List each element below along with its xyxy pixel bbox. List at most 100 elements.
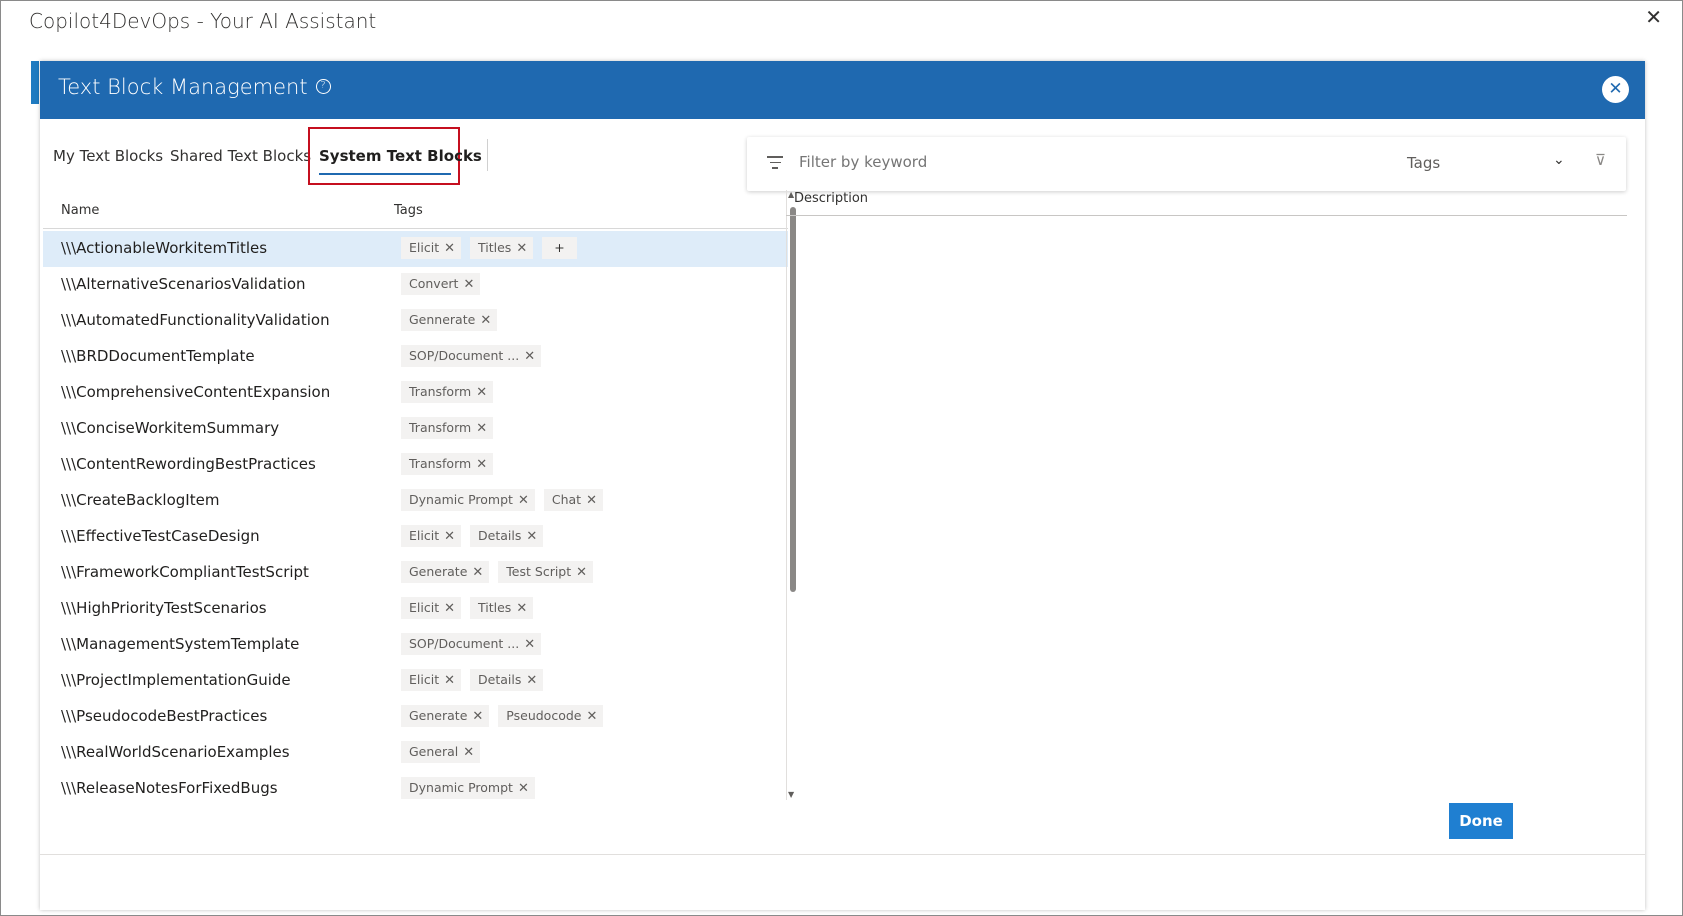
- remove-tag-icon[interactable]: ✕: [524, 349, 535, 364]
- tag-chip: Elicit ✕: [401, 669, 461, 691]
- remove-tag-icon[interactable]: ✕: [516, 241, 527, 256]
- pane-divider: [786, 190, 787, 800]
- row-name: \\\EffectiveTestCaseDesign: [61, 527, 260, 545]
- table-row[interactable]: \\\FrameworkCompliantTestScript Generate ✕…: [43, 555, 788, 591]
- row-tags: Dynamic Prompt ✕: [401, 777, 544, 801]
- remove-tag-icon[interactable]: ✕: [516, 601, 527, 616]
- tab-system-text-blocks[interactable]: System Text Blocks: [308, 127, 482, 185]
- tag-chip: SOP/Document ... ✕: [401, 633, 542, 655]
- remove-tag-icon[interactable]: ✕: [472, 565, 483, 580]
- row-tags: SOP/Document ... ✕: [401, 633, 550, 657]
- remove-tag-icon[interactable]: ✕: [518, 781, 529, 796]
- tag-chip: Transform ✕: [401, 417, 494, 439]
- remove-tag-icon[interactable]: ✕: [463, 277, 474, 292]
- add-tag-button[interactable]: +: [542, 237, 577, 259]
- text-block-management-dialog: Text Block Management? ✕ My Text Blocks …: [40, 61, 1645, 910]
- remove-tag-icon[interactable]: ✕: [476, 385, 487, 400]
- table-row[interactable]: \\\HighPriorityTestScenarios Elicit ✕ Title…: [43, 591, 788, 627]
- table-row[interactable]: \\\CreateBacklogItem Dynamic Prompt ✕ Chat ✕: [43, 483, 788, 519]
- table-row[interactable]: \\\ConciseWorkitemSummary Transform ✕: [43, 411, 788, 447]
- tag-label: Titles: [478, 600, 512, 615]
- description-header: Description: [794, 191, 869, 206]
- dialog-header: Text Block Management? ✕: [40, 61, 1645, 119]
- tag-label: General: [409, 744, 459, 759]
- scrollbar-thumb[interactable]: [790, 207, 796, 592]
- tags-dropdown[interactable]: Tags: [1407, 154, 1557, 172]
- remove-tag-icon[interactable]: ✕: [463, 745, 474, 760]
- chevron-down-icon[interactable]: ⌄: [1553, 152, 1565, 168]
- row-tags: Transform ✕: [401, 381, 502, 405]
- table-row[interactable]: \\\ActionableWorkitemTitles Elicit ✕ Titles…: [43, 231, 788, 267]
- remove-tag-icon[interactable]: ✕: [586, 493, 597, 508]
- table-row[interactable]: \\\ProjectImplementationGuide Elicit ✕ Deta…: [43, 663, 788, 699]
- tag-chip: Dynamic Prompt ✕: [401, 489, 535, 511]
- remove-tag-icon[interactable]: ✕: [476, 421, 487, 436]
- row-name: \\\ConciseWorkitemSummary: [61, 419, 280, 437]
- tag-chip: Transform ✕: [401, 381, 494, 403]
- dialog-close-button[interactable]: ✕: [1602, 76, 1629, 103]
- table-row[interactable]: \\\RealWorldScenarioExamples General ✕: [43, 735, 788, 771]
- tag-chip: Transform ✕: [401, 453, 494, 475]
- header-divider: [43, 228, 788, 229]
- row-name: \\\HighPriorityTestScenarios: [61, 599, 267, 617]
- table-row[interactable]: \\\ComprehensiveContentExpansion Transfor…: [43, 375, 788, 411]
- column-header-name[interactable]: Name: [61, 203, 99, 218]
- help-icon[interactable]: ?: [315, 78, 331, 94]
- tag-chip: Titles ✕: [470, 597, 534, 619]
- tag-label: Details: [478, 528, 522, 543]
- tag-label: Transform: [409, 420, 472, 435]
- row-tags: Transform ✕: [401, 453, 502, 477]
- remove-tag-icon[interactable]: ✕: [576, 565, 587, 580]
- remove-tag-icon[interactable]: ✕: [524, 637, 535, 652]
- table-row[interactable]: \\\BRDDocumentTemplate SOP/Document ... ✕: [43, 339, 788, 375]
- app-window: Copilot4DevOps - Your AI Assistant ✕ Tex…: [0, 0, 1683, 916]
- tag-chip: Elicit ✕: [401, 597, 461, 619]
- done-button[interactable]: Done: [1449, 803, 1513, 839]
- remove-tag-icon[interactable]: ✕: [444, 601, 455, 616]
- row-name: \\\CreateBacklogItem: [61, 491, 220, 509]
- scroll-down-arrow-icon[interactable]: ▼: [788, 790, 794, 799]
- row-tags: General ✕: [401, 741, 489, 765]
- grid-scrollbar[interactable]: ▲ ▼: [788, 190, 798, 800]
- footer-divider: [40, 854, 1645, 855]
- remove-tag-icon[interactable]: ✕: [586, 709, 597, 724]
- tab-shared-text-blocks[interactable]: Shared Text Blocks: [170, 147, 311, 165]
- remove-tag-icon[interactable]: ✕: [518, 493, 529, 508]
- tag-label: Convert: [409, 276, 459, 291]
- window-close-button[interactable]: ✕: [1645, 5, 1662, 29]
- tag-label: Transform: [409, 384, 472, 399]
- remove-tag-icon[interactable]: ✕: [480, 313, 491, 328]
- row-tags: Gennerate ✕: [401, 309, 506, 333]
- row-tags: Elicit ✕ Details ✕: [401, 669, 552, 693]
- tag-chip: Test Script ✕: [498, 561, 594, 583]
- remove-tag-icon[interactable]: ✕: [472, 709, 483, 724]
- column-header-tags[interactable]: Tags: [394, 203, 423, 218]
- filter-icon: [767, 156, 783, 170]
- tag-label: Chat: [551, 492, 582, 507]
- tag-chip: Dynamic Prompt ✕: [401, 777, 535, 799]
- tag-label: Elicit: [409, 528, 440, 543]
- remove-tag-icon[interactable]: ✕: [526, 673, 537, 688]
- remove-tag-icon[interactable]: ✕: [444, 241, 455, 256]
- row-name: \\\ContentRewordingBestPractices: [61, 455, 316, 473]
- tab-my-text-blocks[interactable]: My Text Blocks: [53, 147, 163, 165]
- remove-tag-icon[interactable]: ✕: [444, 529, 455, 544]
- row-name: \\\AutomatedFunctionalityValidation: [61, 311, 330, 329]
- table-row[interactable]: \\\EffectiveTestCaseDesign Elicit ✕ Details…: [43, 519, 788, 555]
- clear-filter-icon[interactable]: ⊽: [1595, 151, 1606, 169]
- row-tags: Convert ✕: [401, 273, 489, 297]
- table-row[interactable]: \\\AlternativeScenariosValidation Convert…: [43, 267, 788, 303]
- text-blocks-grid: Name Tags \\\ActionableWorkitemTitles Eli…: [43, 195, 788, 875]
- tag-chip: Details ✕: [470, 525, 544, 547]
- tag-chip: Pseudocode ✕: [498, 705, 604, 727]
- table-row[interactable]: \\\ReleaseNotesForFixedBugs Dynamic Promp…: [43, 771, 788, 807]
- row-tags: Transform ✕: [401, 417, 502, 441]
- filter-keyword-input[interactable]: [799, 153, 1359, 171]
- remove-tag-icon[interactable]: ✕: [526, 529, 537, 544]
- table-row[interactable]: \\\ManagementSystemTemplate SOP/Document …: [43, 627, 788, 663]
- remove-tag-icon[interactable]: ✕: [444, 673, 455, 688]
- table-row[interactable]: \\\ContentRewordingBestPractices Transfor…: [43, 447, 788, 483]
- table-row[interactable]: \\\AutomatedFunctionalityValidation Genne…: [43, 303, 788, 339]
- table-row[interactable]: \\\PseudocodeBestPractices Generate ✕ Pseud…: [43, 699, 788, 735]
- remove-tag-icon[interactable]: ✕: [476, 457, 487, 472]
